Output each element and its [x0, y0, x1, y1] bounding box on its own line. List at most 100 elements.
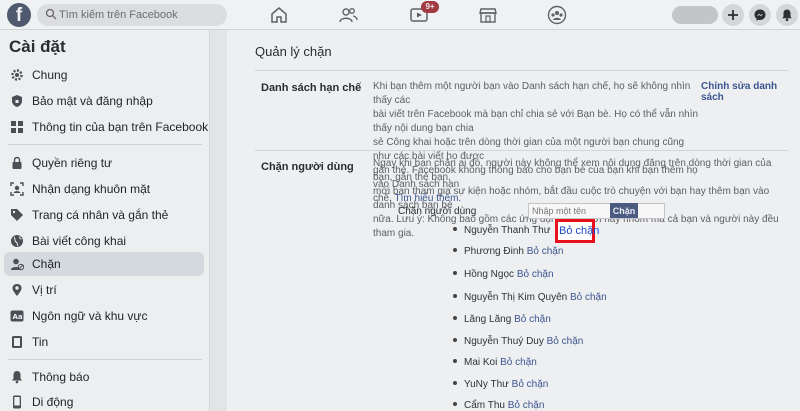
- sidebar-divider: [8, 359, 202, 360]
- blocked-user-row: Phương Đinh Bỏ chặn: [453, 246, 563, 260]
- globe-icon: [11, 235, 23, 247]
- unblock-link[interactable]: Bỏ chặn: [508, 400, 545, 411]
- sidebar-item-mobile[interactable]: Di động: [4, 390, 204, 411]
- messenger-icon[interactable]: [749, 4, 771, 26]
- sidebar-item-label: Chặn: [32, 257, 61, 271]
- plus-icon[interactable]: [722, 4, 744, 26]
- shield-icon: [12, 95, 22, 107]
- sidebar-item-privacy[interactable]: Quyền riêng tư: [4, 151, 204, 175]
- description-line: bài viết trên Facebook mà bạn chỉ chia s…: [373, 109, 699, 134]
- unblock-link[interactable]: Bỏ chặn: [500, 357, 537, 368]
- blocked-user-name: Nguyễn Thị Kim Quyên: [464, 292, 568, 303]
- sidebar-item-notifications[interactable]: Thông báo: [4, 365, 204, 389]
- list-bullet: [453, 227, 457, 232]
- unblock-link[interactable]: Bỏ chặn: [512, 379, 549, 390]
- blocked-user-row: YuNy Thư Bỏ chặn: [453, 379, 548, 393]
- blocked-user-name: YuNy Thư: [464, 379, 509, 390]
- sidebar-item-your-facebook-information[interactable]: Thông tin của bạn trên Facebook: [4, 115, 208, 139]
- sidebar-item-language-and-region[interactable]: Aa Ngôn ngữ và khu vực: [4, 304, 204, 328]
- list-bullet: [453, 381, 457, 386]
- groups-icon[interactable]: [547, 5, 567, 25]
- unblock-link[interactable]: Bỏ chặn: [527, 246, 564, 257]
- list-bullet: [453, 338, 457, 343]
- settings-sidebar: Cài đặt Chung Bảo mật và đăng nhập Thông…: [0, 30, 210, 411]
- sidebar-item-public-posts[interactable]: Bài viết công khai: [4, 229, 204, 253]
- mobile-icon: [13, 395, 21, 409]
- list-bullet: [453, 271, 457, 276]
- list-bullet: [453, 294, 457, 299]
- sidebar-item-profile-and-tagging[interactable]: Trang cá nhân và gắn thẻ: [4, 203, 204, 227]
- block-user-button[interactable]: Chặn: [610, 203, 638, 218]
- block-users-title: Chặn người dùng: [261, 161, 354, 173]
- sidebar-item-blocking[interactable]: Chặn: [4, 252, 204, 276]
- top-navigation-bar: f 9+: [0, 0, 800, 30]
- description-line: Khi bạn thêm một người bạn vào Danh sách…: [373, 81, 691, 106]
- description-line: Ngay khi bạn chặn ai đó, người này không…: [373, 158, 772, 183]
- sidebar-item-label: Chung: [32, 68, 68, 82]
- sidebar-item-label: Trang cá nhân và gắn thẻ: [32, 208, 169, 222]
- list-bullet: [453, 248, 457, 253]
- list-bullet: [453, 316, 457, 321]
- blocked-user-row: Nguyễn Thuý Duy Bỏ chặn: [453, 336, 583, 350]
- block-user-label: Chặn người dùng: [398, 206, 477, 217]
- blocking-settings-panel: Quản lý chặn Danh sách hạn chế Khi bạn t…: [227, 30, 800, 411]
- block-user-name-input[interactable]: [528, 203, 665, 219]
- face-recognition-icon: [10, 182, 24, 196]
- sidebar-item-general[interactable]: Chung: [4, 63, 204, 87]
- sidebar-item-label: Quyền riêng tư: [32, 156, 113, 170]
- list-bullet: [453, 359, 457, 364]
- lock-icon: [12, 156, 22, 169]
- blocked-user-name: Nguyễn Thuý Duy: [464, 336, 544, 347]
- unblock-link[interactable]: Bỏ chặn: [514, 314, 551, 325]
- tag-icon: [11, 209, 23, 221]
- facebook-logo-icon[interactable]: f: [7, 3, 31, 27]
- edit-restricted-list-link[interactable]: Chỉnh sửa danh sách: [701, 81, 800, 103]
- home-icon[interactable]: [269, 5, 289, 25]
- restricted-list-title: Danh sách hạn chế: [261, 82, 362, 94]
- blocked-user-name: Nguyễn Thanh Thư: [464, 225, 551, 236]
- section-divider: [255, 70, 788, 71]
- unblock-link[interactable]: Bỏ chặn: [517, 269, 554, 280]
- search-input[interactable]: [59, 4, 224, 26]
- friends-icon[interactable]: [338, 5, 358, 25]
- sidebar-title: Cài đặt: [9, 37, 66, 56]
- sidebar-item-security[interactable]: Bảo mật và đăng nhập: [4, 89, 204, 113]
- stories-icon: [12, 336, 22, 348]
- blocked-user-name: Lăng Lăng: [464, 314, 512, 325]
- profile-chip[interactable]: [672, 6, 718, 24]
- unblock-link[interactable]: Bỏ chặn: [547, 336, 584, 347]
- sidebar-item-label: Vị trí: [32, 283, 57, 297]
- unblock-link[interactable]: Bỏ chặn: [559, 225, 599, 237]
- blocked-user-name: Phương Đinh: [464, 246, 524, 257]
- bell-icon: [12, 371, 22, 384]
- blocked-user-row: Nguyễn Thanh Thư: [453, 225, 550, 239]
- sidebar-item-label: Thông báo: [32, 370, 90, 384]
- search-box[interactable]: [37, 4, 227, 26]
- sidebar-divider: [8, 144, 202, 145]
- blocked-user-name: Cẩm Thu: [464, 400, 505, 411]
- list-bullet: [453, 402, 457, 407]
- sidebar-item-location[interactable]: Vị trí: [4, 278, 204, 302]
- blocked-user-row: Lăng Lăng Bỏ chặn: [453, 314, 551, 328]
- watch-notification-badge: 9+: [421, 1, 439, 13]
- sidebar-item-label: Bảo mật và đăng nhập: [32, 94, 153, 108]
- sidebar-item-stories[interactable]: Tin: [4, 330, 204, 354]
- unblock-link-highlighted[interactable]: Bỏ chặn: [555, 219, 599, 243]
- sidebar-item-label: Ngôn ngữ và khu vực: [32, 309, 148, 323]
- blocked-user-row: Nguyễn Thị Kim Quyên Bỏ chặn: [453, 292, 607, 306]
- search-icon: [45, 8, 57, 20]
- sidebar-item-label: Thông tin của bạn trên Facebook: [32, 120, 209, 134]
- blocked-user-row: Mai Koi Bỏ chặn: [453, 357, 537, 371]
- sidebar-item-face-recognition[interactable]: Nhận dạng khuôn mặt: [4, 177, 204, 201]
- language-icon: Aa: [10, 310, 24, 322]
- sidebar-item-label: Tin: [32, 335, 49, 349]
- notification-bell-icon[interactable]: [776, 4, 798, 26]
- blocked-user-row: Cẩm Thu Bỏ chặn: [453, 400, 544, 411]
- section-divider: [255, 150, 788, 151]
- blocked-user-name: Hồng Ngọc: [464, 269, 515, 280]
- block-user-icon: [10, 258, 24, 271]
- sidebar-item-label: Di động: [32, 395, 74, 409]
- unblock-link[interactable]: Bỏ chặn: [570, 292, 607, 303]
- marketplace-icon[interactable]: [478, 5, 498, 25]
- sidebar-item-label: Nhận dạng khuôn mặt: [32, 182, 151, 196]
